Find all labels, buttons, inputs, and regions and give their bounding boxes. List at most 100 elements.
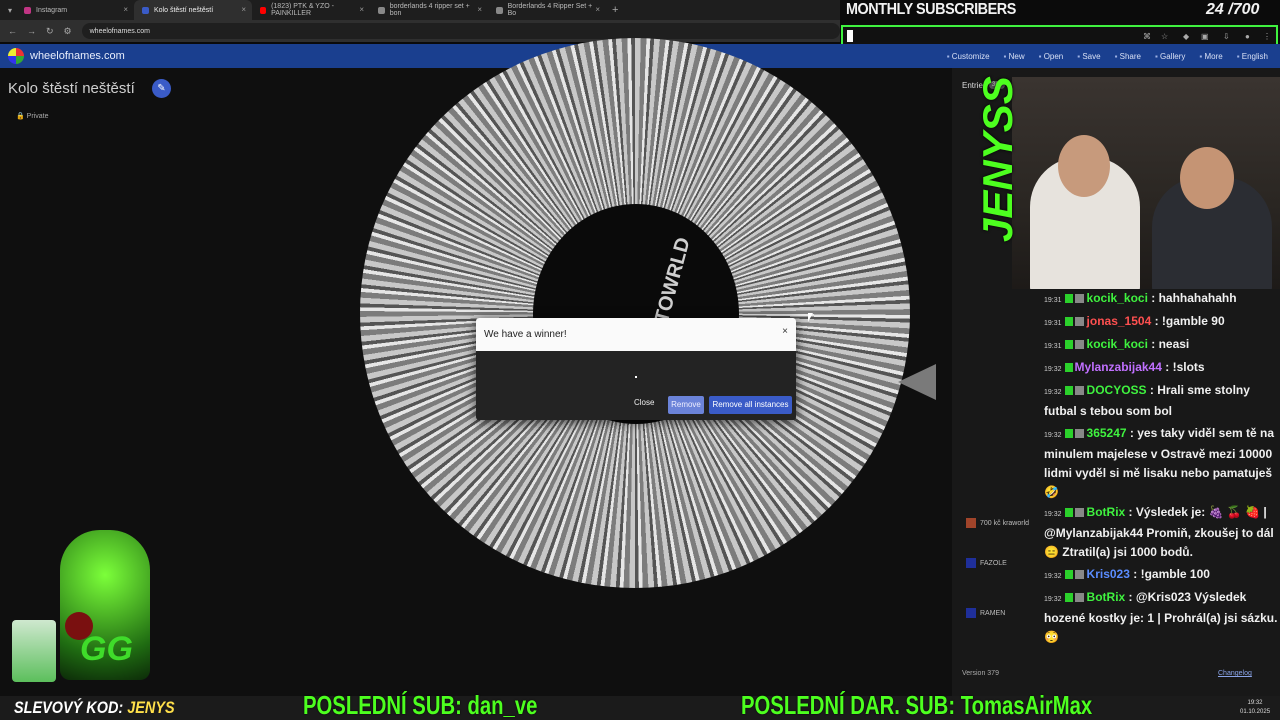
url-field[interactable]: wheelofnames.com xyxy=(81,23,840,39)
menu-open[interactable]: Open xyxy=(1039,52,1064,61)
entry-item[interactable]: RAMEN xyxy=(966,608,1005,618)
chat-user: Mylanzabijak44 xyxy=(1074,360,1162,374)
remove-button[interactable]: Remove xyxy=(668,396,704,414)
download-icon[interactable]: ⇩ xyxy=(1223,32,1230,41)
page-icon xyxy=(496,6,503,14)
menu-language[interactable]: English xyxy=(1237,52,1268,61)
back-icon[interactable]: ← xyxy=(8,26,17,36)
new-tab-icon[interactable]: + xyxy=(612,4,618,16)
chat-message: 19:32 BotRix : Výsledek je: 🍇 🍒 🍓 | @Myla… xyxy=(1044,503,1280,562)
wheel-logo-icon[interactable] xyxy=(8,48,24,64)
tab-borderlands-1[interactable]: borderlands 4 ripper set + bon × xyxy=(370,0,488,20)
streamer-left-head xyxy=(1058,135,1110,197)
puzzle-icon[interactable]: ▣ xyxy=(1201,32,1209,41)
menu-save[interactable]: Save xyxy=(1077,52,1100,61)
promo-code: SLEVOVÝ KOD: JENYS xyxy=(14,698,175,718)
chat-user: Kris023 xyxy=(1086,567,1130,581)
changelog-link[interactable]: Changelog xyxy=(1218,670,1252,677)
entry-item[interactable]: 700 kč kraworld xyxy=(966,518,1029,528)
site-info-icon[interactable]: ⚙ xyxy=(64,26,72,37)
screen: ▾ Instagram × Kolo štěstí neštěstí × (18… xyxy=(0,0,1280,720)
reload-icon[interactable]: ↻ xyxy=(46,26,54,37)
close-tab-icon[interactable]: × xyxy=(123,5,128,14)
chat-message: 19:32 Kris023 : !gamble 100 xyxy=(1044,565,1280,586)
tab-label: Instagram xyxy=(36,6,68,14)
mouse-cursor-icon xyxy=(808,313,813,322)
close-icon[interactable]: × xyxy=(782,326,788,337)
chat-time: 19:31 xyxy=(1044,320,1062,327)
badge-icon xyxy=(1064,294,1073,304)
chat-overlay: 19:31 kocik_koci : hahhahahahh 19:31 jonas… xyxy=(1040,289,1280,659)
winner-dialog: We have a winner! × Close Remove Remove … xyxy=(476,318,796,420)
last-gift-ticker: POSLEDNÍ DAR. SUB: TomasAirMax xyxy=(741,690,1093,720)
chat-time: 19:31 xyxy=(1044,343,1062,350)
wheel-pointer-icon xyxy=(898,364,936,400)
chat-time: 19:32 xyxy=(1044,573,1062,580)
entry-color-swatch xyxy=(966,558,976,568)
winner-text xyxy=(635,376,637,378)
close-tab-icon[interactable]: × xyxy=(241,5,246,14)
sponsor-mascot: GG xyxy=(10,510,170,686)
menu-share[interactable]: Share xyxy=(1115,52,1141,61)
chat-time: 19:32 xyxy=(1044,366,1062,373)
promo-value: JENYS xyxy=(127,698,175,717)
tab-menu-icon[interactable]: ▾ xyxy=(8,6,16,15)
remove-all-button[interactable]: Remove all instances xyxy=(709,396,792,414)
edit-title-button[interactable]: ✎ xyxy=(152,79,171,98)
chat-time: 19:32 xyxy=(1044,511,1062,518)
menu-icon[interactable]: ⋮ xyxy=(1263,32,1271,41)
menu-new[interactable]: New xyxy=(1004,52,1025,61)
booster-cup xyxy=(12,620,56,682)
tab-wheel[interactable]: Kolo štěstí neštěstí × xyxy=(134,0,252,20)
star-icon[interactable]: ☆ xyxy=(1161,32,1168,41)
chat-time: 19:32 xyxy=(1044,432,1062,439)
badge-icon xyxy=(1064,363,1073,373)
forward-icon[interactable]: → xyxy=(27,26,36,36)
tab-youtube[interactable]: (1823) PTK & YZO - PAINKILLER × xyxy=(252,0,370,20)
streamer-right-head xyxy=(1180,147,1234,209)
tab-instagram[interactable]: Instagram × xyxy=(16,0,134,20)
wheel-favicon-icon xyxy=(142,6,149,14)
entry-color-swatch xyxy=(966,518,976,528)
google-icon xyxy=(378,6,385,14)
entry-label: FAZOLE xyxy=(980,559,1007,567)
page-title: Kolo štěstí neštěstí xyxy=(8,80,135,97)
translate-icon[interactable]: ⌘ xyxy=(1143,32,1151,41)
close-tab-icon[interactable]: × xyxy=(477,5,482,14)
chat-time: 19:32 xyxy=(1044,596,1062,603)
site-name[interactable]: wheelofnames.com xyxy=(30,50,125,62)
address-bar: ← → ↻ ⚙ wheelofnames.com xyxy=(0,20,840,42)
badge-icon xyxy=(1074,317,1084,327)
subscriber-count: 24 /700 xyxy=(1206,1,1260,18)
badge-icon xyxy=(1074,570,1084,580)
subscriber-progress-fill xyxy=(847,30,853,42)
badge-icon xyxy=(1074,340,1084,350)
dialog-title: We have a winner! xyxy=(484,329,567,340)
clock-time: 19:32 xyxy=(1247,700,1263,706)
chat-user: kocik_koci xyxy=(1086,337,1148,351)
close-tab-icon[interactable]: × xyxy=(359,5,364,14)
entry-item[interactable]: FAZOLE xyxy=(966,558,1007,568)
menu-gallery[interactable]: Gallery xyxy=(1155,52,1185,61)
menu-more[interactable]: More xyxy=(1199,52,1222,61)
youtube-icon xyxy=(260,6,267,14)
close-button[interactable]: Close xyxy=(634,398,654,407)
tab-label: borderlands 4 ripper set + bon xyxy=(389,3,470,17)
booster-logo: GG xyxy=(80,630,133,668)
chat-text: : hahhahahahh xyxy=(1151,291,1237,305)
avatar[interactable]: ● xyxy=(1245,32,1250,41)
instagram-icon xyxy=(24,6,31,14)
close-tab-icon[interactable]: × xyxy=(595,5,600,14)
chat-text: : neasi xyxy=(1151,337,1190,351)
badge-icon xyxy=(1064,508,1073,518)
taskbar-clock[interactable]: 19:32 01.10.2025 xyxy=(1240,699,1270,717)
tab-borderlands-2[interactable]: Borderlands 4 Ripper Set + Bo × xyxy=(488,0,606,20)
entry-label: RAMEN xyxy=(980,609,1006,617)
badge-icon xyxy=(1064,570,1073,580)
chat-message: 19:31 kocik_koci : neasi xyxy=(1044,335,1280,356)
chat-time: 19:31 xyxy=(1044,297,1062,304)
extension-icon[interactable]: ◆ xyxy=(1183,32,1189,41)
menu-customize[interactable]: Customize xyxy=(947,52,990,61)
chat-message: 19:32 BotRix : @Kris023 Výsledek hozené k… xyxy=(1044,588,1280,647)
chat-user: BotRix xyxy=(1086,505,1126,519)
